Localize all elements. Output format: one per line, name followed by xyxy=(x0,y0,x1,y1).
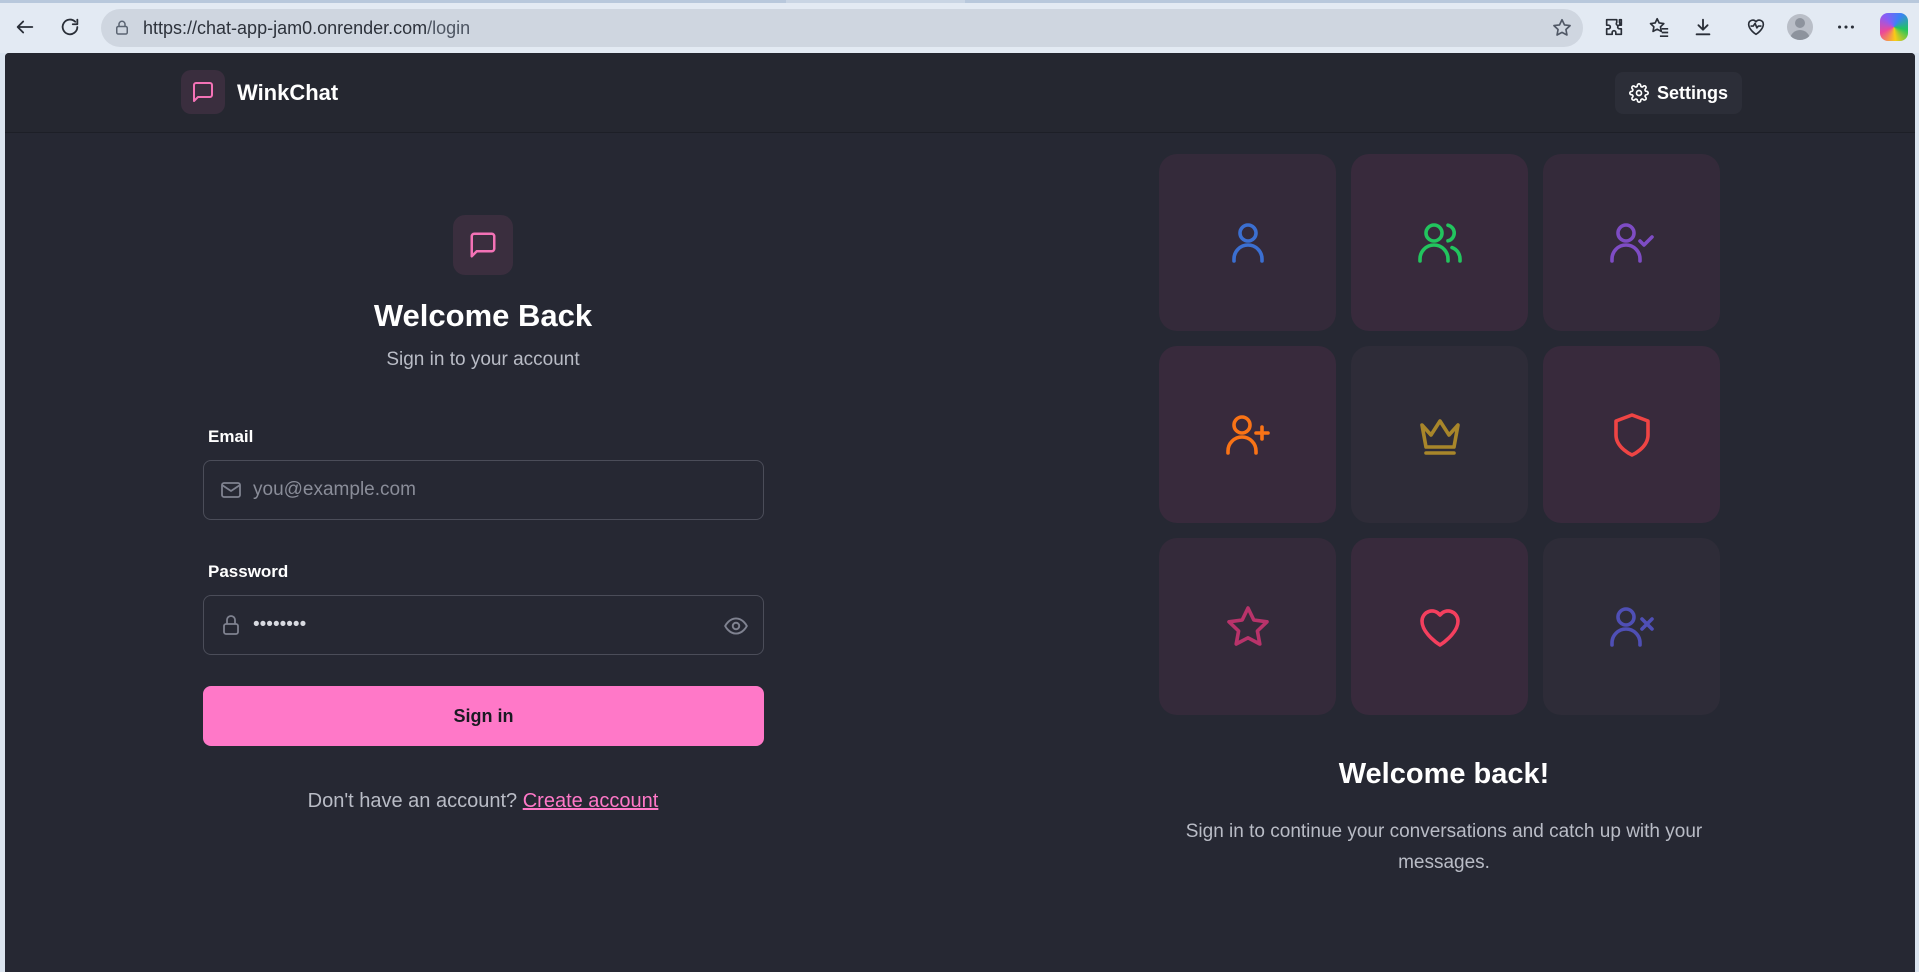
tile-user-plus xyxy=(1159,346,1336,523)
chat-bubble-icon xyxy=(453,215,513,275)
mail-icon xyxy=(219,478,243,502)
more-menu-icon[interactable] xyxy=(1831,12,1861,42)
browser-essentials-icon[interactable] xyxy=(1741,12,1771,42)
password-label: Password xyxy=(208,562,289,581)
email-field[interactable] xyxy=(203,460,764,520)
user-plus-icon xyxy=(1225,414,1270,455)
tile-shield xyxy=(1543,346,1720,523)
create-account-link[interactable]: Create account xyxy=(523,790,659,812)
heart-icon xyxy=(1419,608,1460,647)
email-label: Email xyxy=(208,427,254,446)
downloads-icon[interactable] xyxy=(1688,12,1718,42)
brand-name[interactable]: WinkChat xyxy=(237,80,338,106)
copilot-icon[interactable] xyxy=(1880,13,1908,41)
users-icon xyxy=(1417,222,1462,263)
top-navbar: WinkChat Settings xyxy=(5,53,1915,133)
tile-users xyxy=(1351,154,1528,331)
reload-icon[interactable] xyxy=(55,12,85,42)
password-field[interactable] xyxy=(203,595,764,655)
tile-user xyxy=(1159,154,1336,331)
showcase-subtitle: Sign in to continue your conversations a… xyxy=(1185,821,1703,873)
browser-chrome: https://chat-app-jam0.onrender.com/login xyxy=(0,0,1919,53)
user-icon xyxy=(1231,222,1264,263)
favorites-icon[interactable] xyxy=(1644,12,1674,42)
settings-label: Settings xyxy=(1656,82,1728,103)
back-icon[interactable] xyxy=(10,12,40,42)
login-title: Welcome Back xyxy=(373,298,593,333)
email-input[interactable] xyxy=(253,479,693,501)
tab-strip xyxy=(0,0,1919,3)
tile-crown xyxy=(1351,346,1528,523)
shield-icon xyxy=(1613,412,1650,457)
chat-bubble-logo-icon[interactable] xyxy=(181,70,225,114)
user-x-icon xyxy=(1609,606,1654,647)
signup-prompt-text: Don't have an account? xyxy=(307,790,518,812)
address-bar[interactable]: https://chat-app-jam0.onrender.com/login xyxy=(101,9,1583,47)
lock-icon xyxy=(219,613,243,637)
tile-user-check xyxy=(1543,154,1720,331)
gear-icon xyxy=(1629,83,1649,103)
url-text[interactable]: https://chat-app-jam0.onrender.com/login xyxy=(143,18,470,39)
showcase-title: Welcome back! xyxy=(1338,758,1550,790)
star-icon xyxy=(1226,605,1269,646)
login-subtitle: Sign in to your account xyxy=(386,349,580,370)
sign-in-button[interactable]: Sign in xyxy=(203,686,764,746)
profile-avatar[interactable] xyxy=(1787,14,1813,40)
tile-heart xyxy=(1351,538,1528,715)
signup-prompt: Don't have an account? Create account xyxy=(5,790,961,813)
user-check-icon xyxy=(1609,222,1654,263)
crown-icon xyxy=(1419,418,1460,455)
app-page: WinkChat Settings Welcome Back Sign in t… xyxy=(5,53,1915,972)
extensions-icon[interactable] xyxy=(1599,12,1629,42)
site-info-icon[interactable] xyxy=(113,19,131,37)
favorite-star-icon[interactable] xyxy=(1551,17,1573,39)
password-input[interactable] xyxy=(253,614,693,636)
show-password-eye-icon[interactable] xyxy=(723,613,749,639)
tile-star xyxy=(1159,538,1336,715)
settings-button[interactable]: Settings xyxy=(1615,72,1742,114)
tile-user-x xyxy=(1543,538,1720,715)
